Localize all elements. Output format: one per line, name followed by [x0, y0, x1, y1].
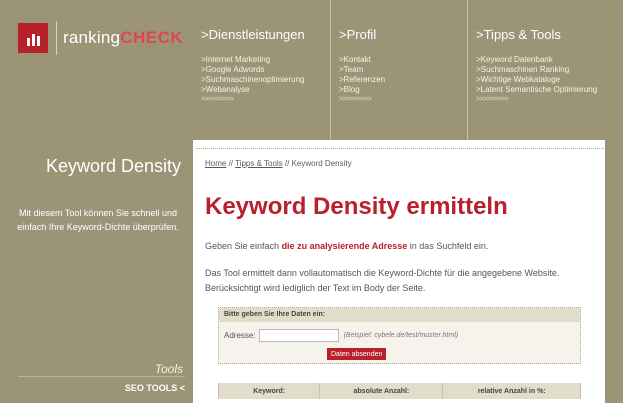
logo-text: rankingCHECK [63, 28, 183, 48]
nav-title-profil[interactable]: >Profil [339, 27, 467, 42]
nav-title-tipps[interactable]: >Tipps & Tools [476, 27, 623, 42]
table-header-row: Keyword: absolute Anzahl: relative Anzah… [217, 383, 581, 399]
nav-column-tipps: >Tipps & Tools >Keyword Datenbank >Suchm… [467, 0, 623, 140]
nav-title-dienstleistungen[interactable]: >Dienstleistungen [201, 27, 330, 42]
address-hint: (Beispiel: cybele.de/test/muster.html) [343, 332, 459, 339]
nav-item-referenzen[interactable]: >Referenzen [339, 75, 467, 85]
sidebar-description: Mit diesem Tool können Sie schnell und e… [17, 208, 179, 232]
sidebar: rankingCHECK Keyword Density Mit diesem … [0, 0, 193, 403]
nav-list-profil: >Kontakt >Team >Referenzen >Blog [339, 55, 467, 95]
intro-text-after: in das Suchfeld ein. [407, 241, 489, 251]
intro-text-bold: die zu analysierende Adresse [281, 241, 408, 251]
breadcrumb-separator: // [282, 159, 292, 168]
nav-more-dienstleistungen[interactable]: >>>>>>>>> [201, 96, 330, 103]
seo-tools-link[interactable]: SEO TOOLS < [125, 383, 185, 393]
submit-button[interactable]: Daten absenden [327, 348, 387, 360]
form-row: Adresse: (Beispiel: cybele.de/test/muste… [224, 329, 458, 342]
nav-item-latent-semantische-optimierung[interactable]: >Latent Semantische Optimierung [476, 85, 623, 95]
nav-item-wichtige-webkataloge[interactable]: >Wichtige Webkataloge [476, 75, 623, 85]
address-input[interactable] [258, 329, 339, 342]
nav-item-suchmaschinen-ranking[interactable]: >Suchmaschinen Ranking [476, 65, 623, 75]
nav-list-dienstleistungen: >Internet Marketing >Google Adwords >Suc… [201, 55, 330, 95]
results-table: Keyword: absolute Anzahl: relative Anzah… [217, 383, 581, 399]
logo-text-part: ranking [63, 28, 121, 47]
nav-column-dienstleistungen: >Dienstleistungen >Internet Marketing >G… [193, 0, 330, 140]
nav-item-blog[interactable]: >Blog [339, 85, 467, 95]
sidebar-section-label: Tools [154, 362, 183, 376]
form-heading: Bitte geben Sie Ihre Daten ein: [219, 308, 580, 322]
main-content: Home // Tipps & Tools // Keyword Density… [196, 148, 604, 403]
address-label: Adresse: [224, 331, 256, 340]
nav-item-team[interactable]: >Team [339, 65, 467, 75]
intro-paragraph: Geben Sie einfach die zu analysierende A… [205, 239, 601, 254]
intro-text-before: Geben Sie einfach [205, 241, 282, 251]
breadcrumb-home[interactable]: Home [205, 159, 226, 168]
logo-bars-icon [18, 23, 48, 53]
nav-list-tipps: >Keyword Datenbank >Suchmaschinen Rankin… [476, 55, 623, 95]
sidebar-divider [18, 376, 185, 377]
nav-item-kontakt[interactable]: >Kontakt [339, 55, 467, 65]
scrollbar-track[interactable] [605, 0, 623, 403]
nav-item-google-adwords[interactable]: >Google Adwords [201, 65, 330, 75]
nav-column-profil: >Profil >Kontakt >Team >Referenzen >Blog… [330, 0, 467, 140]
nav-more-profil[interactable]: >>>>>>>>> [339, 96, 467, 103]
input-form: Bitte geben Sie Ihre Daten ein: Adresse:… [218, 307, 581, 364]
logo-divider [56, 21, 57, 55]
header-absolute-count: absolute Anzahl: [319, 383, 444, 399]
nav-more-tipps[interactable]: >>>>>>>>> [476, 96, 623, 103]
breadcrumb-separator: // [226, 159, 236, 168]
logo-brand-part: CHECK [120, 28, 184, 47]
header-relative-count: relative Anzahl in %: [442, 383, 581, 399]
page-title: Keyword Density ermitteln [205, 193, 508, 220]
nav-item-internet-marketing[interactable]: >Internet Marketing [201, 55, 330, 65]
header-keyword: Keyword: [217, 383, 321, 399]
nav-item-webanalyse[interactable]: >Webanalyse [201, 85, 330, 95]
breadcrumb-tipps[interactable]: Tipps & Tools [235, 159, 283, 168]
nav-item-keyword-datenbank[interactable]: >Keyword Datenbank [476, 55, 623, 65]
breadcrumb-current: Keyword Density [291, 159, 352, 168]
breadcrumb: Home // Tipps & Tools // Keyword Density [205, 159, 352, 168]
top-navigation: >Dienstleistungen >Internet Marketing >G… [193, 0, 623, 140]
sidebar-title: Keyword Density [45, 156, 181, 176]
logo[interactable]: rankingCHECK [18, 21, 183, 55]
description-paragraph: Das Tool ermittelt dann vollautomatisch … [205, 268, 560, 293]
nav-item-suchmaschinenoptimierung[interactable]: >Suchmaschinenoptimierung [201, 75, 330, 85]
